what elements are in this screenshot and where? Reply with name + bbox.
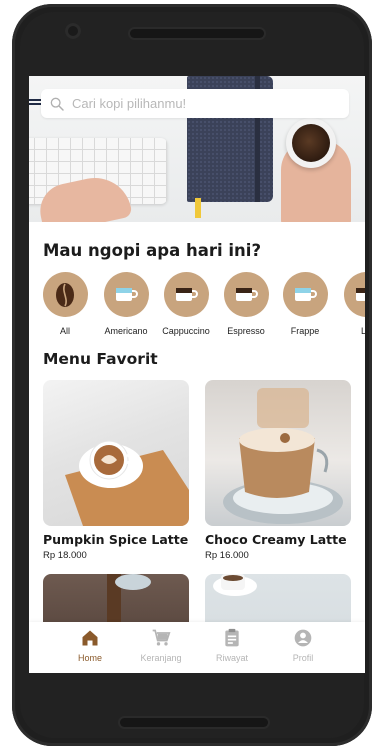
home-icon: [82, 630, 98, 646]
menu-icon[interactable]: [29, 99, 41, 107]
search-bar[interactable]: [41, 89, 349, 118]
earpiece-speaker: [130, 29, 264, 38]
pumpkin-spice-latte-photo: [43, 380, 189, 526]
front-camera: [65, 23, 81, 39]
search-input[interactable]: [72, 96, 332, 111]
category-list: All Americano Cappuccino Espresso Frappe…: [29, 272, 365, 338]
category-latte[interactable]: La: [331, 272, 365, 336]
cappuccino-cup-icon: [163, 272, 209, 317]
app-screen: Mau ngopi apa hari ini? All Americano: [29, 76, 365, 673]
search-icon: [50, 97, 64, 111]
category-frappe[interactable]: Frappe: [270, 272, 340, 336]
choco-creamy-latte-photo: [205, 380, 351, 526]
frappe-cup-icon: [282, 272, 328, 317]
nav-history[interactable]: Riwayat: [197, 628, 267, 663]
americano-cup-icon: [103, 272, 149, 317]
nav-label: Keranjang: [140, 653, 182, 663]
nav-label: Home: [77, 653, 102, 663]
category-all[interactable]: All: [30, 272, 100, 336]
favorite-section-title: Menu Favorit: [43, 350, 158, 368]
nav-cart[interactable]: Keranjang: [126, 628, 196, 663]
history-icon: [225, 628, 239, 647]
espresso-cup-icon: [223, 272, 269, 317]
nav-label: Profil: [292, 653, 314, 663]
hero-bookmark: [195, 198, 201, 218]
profile-icon: [294, 629, 312, 647]
menu-card[interactable]: Pumpkin Spice Latte Rp 18.000: [43, 380, 189, 561]
latte-cup-icon: [343, 272, 365, 317]
bottom-speaker: [120, 718, 268, 727]
coffee-bean-icon: [42, 272, 88, 317]
cart-icon: [152, 629, 171, 646]
category-label: La: [360, 326, 365, 336]
menu-price: Rp 16.000: [205, 550, 249, 561]
menu-card[interactable]: Choco Creamy Latte Rp 16.000: [205, 380, 351, 561]
category-label: Frappe: [290, 326, 320, 336]
menu-name: Choco Creamy Latte: [205, 532, 347, 547]
category-section-title: Mau ngopi apa hari ini?: [43, 241, 262, 260]
menu-price: Rp 18.000: [43, 550, 87, 561]
category-label: All: [59, 326, 70, 336]
menu-name: Pumpkin Spice Latte: [43, 532, 189, 547]
nav-home[interactable]: Home: [55, 628, 125, 663]
nav-profile[interactable]: Profil: [268, 628, 338, 663]
hero-coffee-mug: [286, 118, 336, 168]
nav-label: Riwayat: [215, 653, 248, 663]
bottom-navigation: Home Keranjang Riwayat Profil: [29, 622, 365, 673]
